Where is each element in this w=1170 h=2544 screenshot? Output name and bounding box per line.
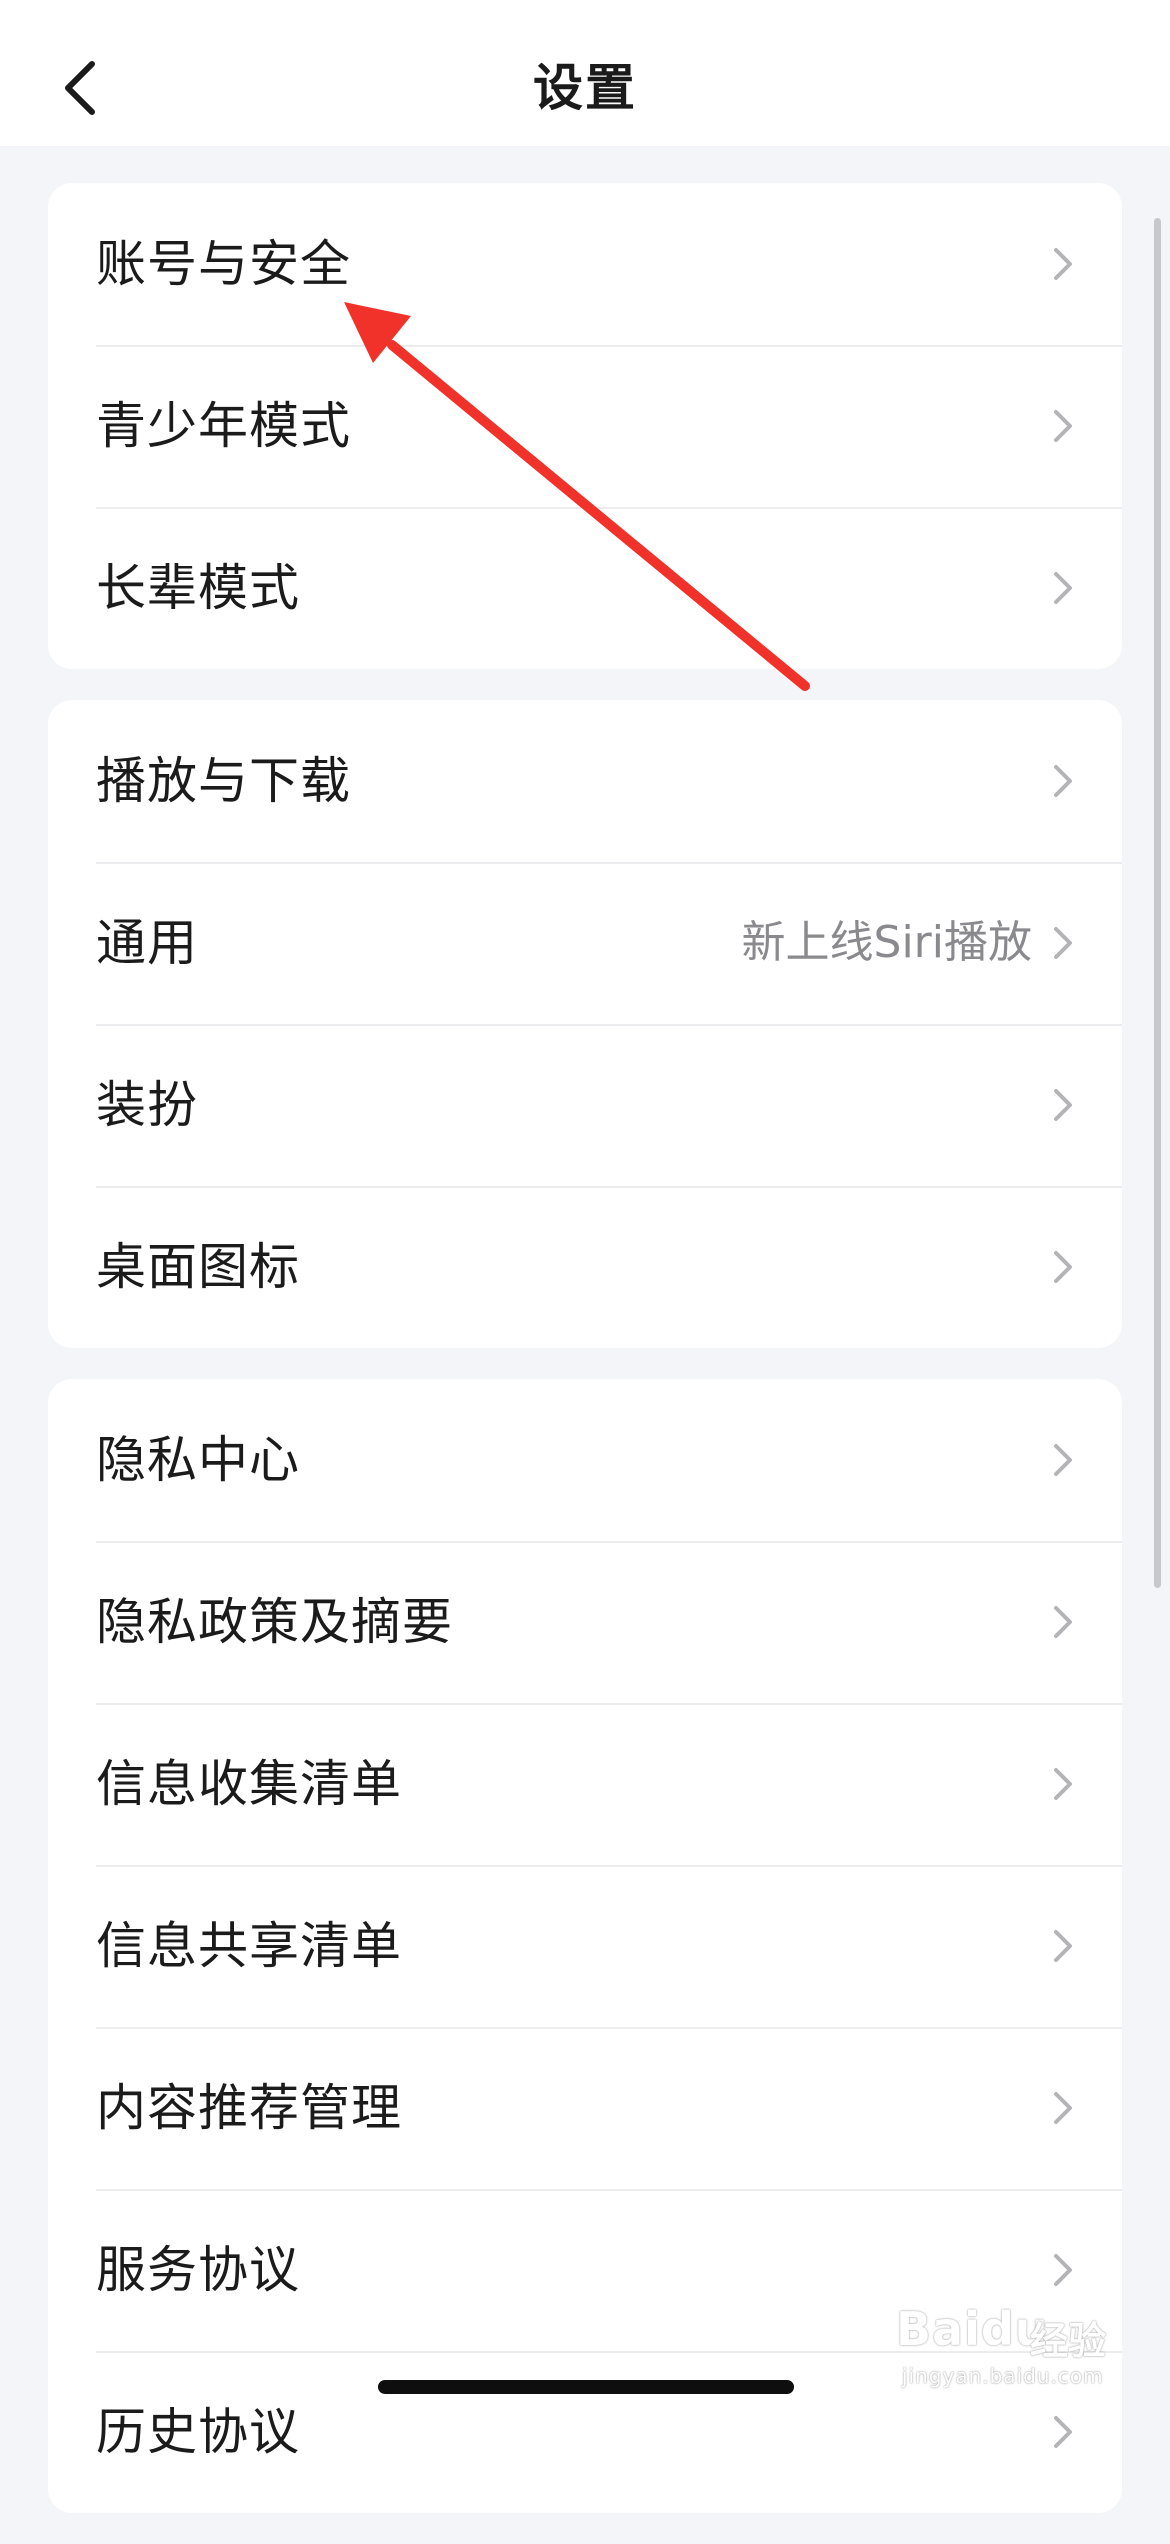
home-indicator[interactable]: [378, 2380, 794, 2394]
settings-item-teen-mode[interactable]: 青少年模式: [48, 345, 1122, 507]
settings-item-service-agreement[interactable]: 服务协议: [48, 2189, 1122, 2351]
settings-item-elder-mode[interactable]: 长辈模式: [48, 507, 1122, 669]
chevron-right-icon: [1054, 572, 1072, 604]
settings-item-label: 桌面图标: [96, 1238, 300, 1296]
settings-card-general: 播放与下载 通用 新上线Siri播放 装扮 桌面图标: [48, 700, 1122, 1348]
settings-item-recommendation[interactable]: 内容推荐管理: [48, 2027, 1122, 2189]
chevron-right-icon: [1054, 1930, 1072, 1962]
settings-item-info-sharing[interactable]: 信息共享清单: [48, 1865, 1122, 2027]
settings-item-history-agreement[interactable]: 历史协议: [48, 2351, 1122, 2513]
settings-card-account: 账号与安全 青少年模式 长辈模式: [48, 183, 1122, 669]
chevron-right-icon: [1054, 1768, 1072, 1800]
page-title: 设置: [533, 59, 637, 117]
chevron-right-icon: [1054, 2254, 1072, 2286]
settings-item-theme[interactable]: 装扮: [48, 1024, 1122, 1186]
navigation-bar: 设置: [0, 0, 1170, 146]
settings-item-label: 信息共享清单: [96, 1917, 402, 1975]
settings-item-privacy-policy[interactable]: 隐私政策及摘要: [48, 1541, 1122, 1703]
chevron-right-icon: [1054, 248, 1072, 280]
settings-item-account-security[interactable]: 账号与安全: [48, 183, 1122, 345]
settings-item-label: 账号与安全: [96, 235, 351, 293]
settings-item-info-collection[interactable]: 信息收集清单: [48, 1703, 1122, 1865]
chevron-right-icon: [1054, 765, 1072, 797]
settings-item-label: 内容推荐管理: [96, 2079, 402, 2137]
settings-card-privacy: 隐私中心 隐私政策及摘要 信息收集清单 信息共享清单 内容推荐管理 服务协议 历…: [48, 1379, 1122, 2513]
settings-item-label: 信息收集清单: [96, 1755, 402, 1813]
chevron-right-icon: [1054, 927, 1072, 959]
settings-item-label: 青少年模式: [96, 397, 351, 455]
settings-item-app-icon[interactable]: 桌面图标: [48, 1186, 1122, 1348]
settings-item-label: 通用: [96, 914, 198, 972]
settings-item-label: 长辈模式: [96, 559, 300, 617]
settings-item-label: 隐私中心: [96, 1431, 300, 1489]
chevron-right-icon: [1054, 410, 1072, 442]
scrollbar[interactable]: [1154, 218, 1161, 1588]
chevron-right-icon: [1054, 1089, 1072, 1121]
chevron-right-icon: [1054, 1251, 1072, 1283]
settings-list: 账号与安全 青少年模式 长辈模式 播放与下载 通用 新上线Siri播放 装扮 桌…: [48, 183, 1122, 2544]
settings-item-label: 历史协议: [96, 2403, 300, 2461]
chevron-right-icon: [1054, 2092, 1072, 2124]
settings-item-privacy-center[interactable]: 隐私中心: [48, 1379, 1122, 1541]
settings-item-playback-download[interactable]: 播放与下载: [48, 700, 1122, 862]
chevron-right-icon: [1054, 1606, 1072, 1638]
settings-item-general[interactable]: 通用 新上线Siri播放: [48, 862, 1122, 1024]
settings-item-label: 播放与下载: [96, 752, 351, 810]
chevron-right-icon: [1054, 1444, 1072, 1476]
settings-item-label: 隐私政策及摘要: [96, 1593, 453, 1651]
chevron-right-icon: [1054, 2416, 1072, 2448]
settings-item-label: 服务协议: [96, 2241, 300, 2299]
settings-item-label: 装扮: [96, 1076, 198, 1134]
settings-item-hint: 新上线Siri播放: [741, 917, 1032, 968]
